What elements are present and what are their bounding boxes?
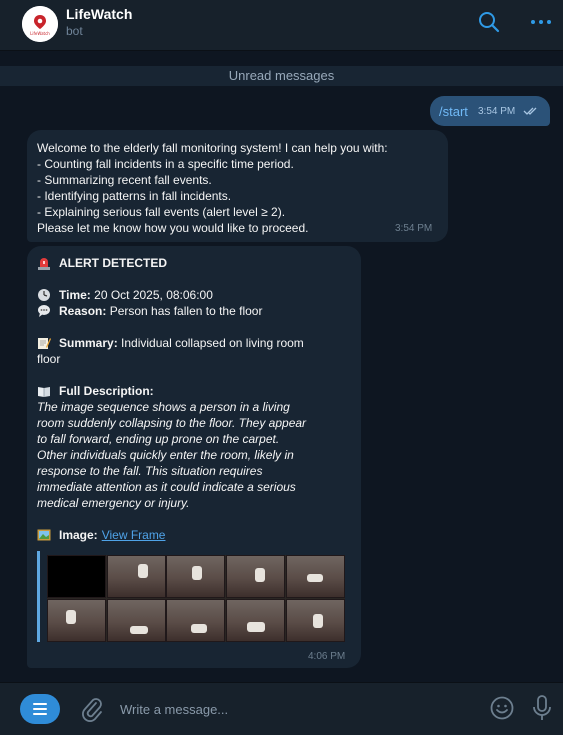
microphone-icon (533, 695, 551, 720)
frame-thumbnail (107, 599, 166, 642)
frame-thumbnail (286, 599, 345, 642)
reason-value: Person has fallen to the floor (109, 304, 263, 318)
summary-label: Summary: (59, 336, 118, 350)
alert-description-row: Full Description: (37, 383, 351, 399)
read-double-check-icon (523, 107, 537, 115)
welcome-line: Welcome to the elderly fall monitoring s… (37, 141, 388, 155)
voice-message-button[interactable] (530, 693, 554, 723)
description-line: Other individuals quickly enter the room… (37, 448, 294, 462)
view-frame-link[interactable]: View Frame (102, 527, 166, 543)
welcome-line: - Identifying patterns in fall incidents… (37, 189, 232, 203)
alert-time-row: Time: 20 Oct 2025, 08:06:00 (37, 287, 351, 303)
welcome-line: Please let me know how you would like to… (37, 221, 309, 235)
menu-icon (33, 703, 47, 715)
more-dots-icon (531, 20, 551, 24)
message-input[interactable] (120, 699, 460, 719)
lifewatch-logo-icon: LifeWatch (22, 6, 58, 42)
reason-label: Reason: (59, 304, 107, 318)
bot-menu-button[interactable] (20, 694, 60, 724)
link-preview[interactable] (37, 551, 345, 642)
message-time: 4:06 PM (308, 651, 346, 662)
description-line: to fall forward, ending up prone on the … (37, 432, 280, 446)
alert-heading: ALERT DETECTED (59, 256, 167, 270)
message-time: 3:54 PM (478, 106, 516, 117)
memo-icon (38, 338, 51, 349)
attach-button[interactable] (79, 695, 105, 723)
frame-thumbnail (47, 555, 106, 598)
chat-subtitle: bot (66, 24, 83, 38)
search-button[interactable] (476, 9, 502, 35)
framed-picture-icon (37, 529, 51, 541)
alert-message[interactable]: ALERT DETECTED Time: 20 Oct 2025, 08:06:… (27, 246, 361, 668)
svg-text:LifeWatch: LifeWatch (30, 31, 50, 36)
description-label: Full Description: (59, 384, 154, 398)
description-line: room suddenly collapsing to the floor. T… (37, 416, 307, 430)
frame-thumbnail (226, 555, 285, 598)
description-line: medical emergency or injury. (37, 496, 190, 510)
summary-value: Individual collapsed on living room (121, 336, 304, 350)
unread-messages-divider: Unread messages (0, 66, 563, 86)
description-line: response to the fall. This situation req… (37, 464, 263, 478)
description-line: immediate attention as it could indicate… (37, 480, 296, 494)
welcome-text: Welcome to the elderly fall monitoring s… (37, 140, 388, 236)
clock-icon (38, 289, 50, 301)
smiley-icon (490, 696, 514, 720)
alert-summary-row: Summary: Individual collapsed on living … (37, 335, 351, 351)
chat-header: LifeWatch LifeWatch bot (0, 0, 563, 51)
siren-icon (38, 258, 50, 270)
frame-thumbnail (166, 599, 225, 642)
message-composer (0, 682, 563, 735)
search-icon (479, 12, 500, 33)
alert-image-row: Image: View Frame (37, 527, 351, 543)
time-label: Time: (59, 288, 91, 302)
chat-history[interactable]: Unread messages /start 3:54 PM Welcome t… (0, 52, 563, 682)
frame-thumbnail (226, 599, 285, 642)
welcome-message[interactable]: Welcome to the elderly fall monitoring s… (27, 130, 448, 242)
speech-bubble-icon (38, 305, 50, 317)
chat-title[interactable]: LifeWatch (66, 6, 132, 22)
paperclip-icon (82, 698, 102, 722)
description-text: The image sequence shows a person in a l… (37, 399, 351, 511)
open-book-icon (38, 387, 50, 397)
welcome-line: - Counting fall incidents in a specific … (37, 157, 294, 171)
more-options-button[interactable] (528, 9, 554, 35)
welcome-line: - Explaining serious fall events (alert … (37, 205, 286, 219)
alert-heading-row: ALERT DETECTED (37, 255, 351, 271)
welcome-line: - Summarizing recent fall events. (37, 173, 212, 187)
frame-thumbnail (166, 555, 225, 598)
frame-thumbnail (286, 555, 345, 598)
message-time: 3:54 PM (395, 223, 433, 234)
description-line: The image sequence shows a person in a l… (37, 400, 290, 414)
summary-value-cont: floor (37, 352, 61, 366)
emoji-button[interactable] (489, 695, 515, 721)
alert-reason-row: Reason: Person has fallen to the floor (37, 303, 351, 319)
frame-thumbnail (47, 599, 106, 642)
outgoing-message[interactable]: /start 3:54 PM (430, 96, 550, 126)
image-label: Image: (59, 528, 98, 542)
bot-command[interactable]: /start (439, 104, 468, 119)
bot-avatar[interactable]: LifeWatch (22, 6, 58, 42)
frame-thumbnail (107, 555, 166, 598)
alert-content: ALERT DETECTED Time: 20 Oct 2025, 08:06:… (37, 255, 351, 543)
frame-thumbnail-grid[interactable] (47, 555, 345, 642)
time-value: 20 Oct 2025, 08:06:00 (94, 288, 213, 302)
